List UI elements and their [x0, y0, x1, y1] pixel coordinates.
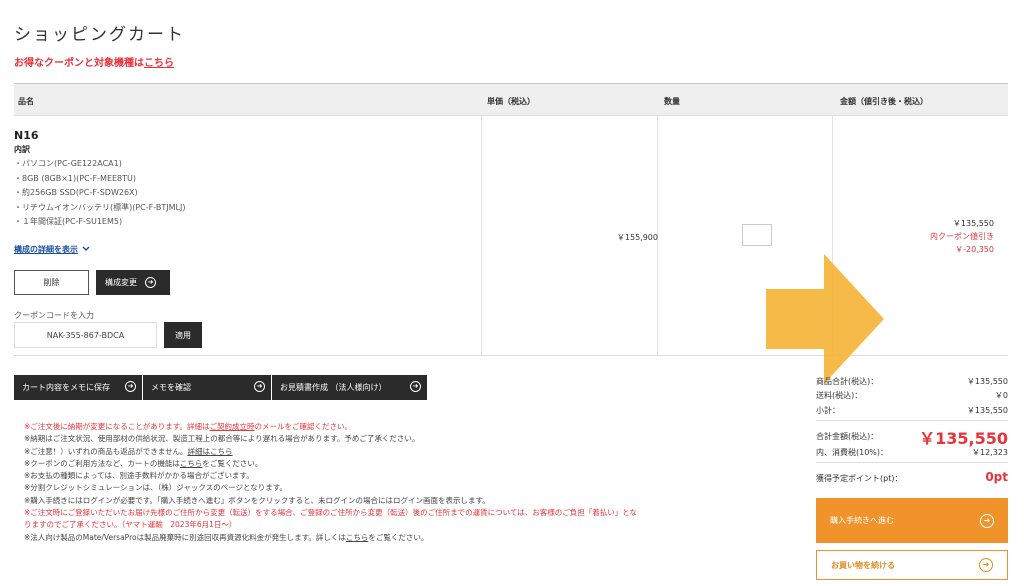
cart-table: 品名 単価（税込） 数量 金額（値引き後・税込） N16 内訳 ・パソコン(PC…	[14, 83, 1008, 384]
circle-arrow-right-icon: ➜	[979, 558, 993, 572]
checkout-label: 購入手続きへ進む	[830, 516, 894, 525]
save-memo-button[interactable]: カート内容をメモに保存 ➜	[14, 375, 142, 400]
circle-arrow-right-icon: ➜	[145, 277, 156, 288]
action-bar: カート内容をメモに保存 ➜ メモを確認 ➜ お見積書作成 （法人様向け） ➜	[14, 375, 427, 400]
total-label: 合計金額(税込)：	[816, 432, 879, 441]
chevron-down-icon	[82, 245, 90, 254]
notice-text: ※ご注文時にご登録いただいたお届け先様のご住所から変更（転送）をする場合、ご登録…	[24, 508, 638, 518]
points-label: 獲得予定ポイント(pt)：	[816, 474, 903, 483]
notice-list: ※ご注文後に納期が変更になることがあります。詳細はご契約成立時のメールをご確認く…	[24, 421, 724, 544]
coupon-discount-label: 内クーポン値引き	[930, 232, 994, 241]
notice-item: ※クーポンのご利用方法など、カートの機能はこちらをご覧ください。	[24, 458, 724, 470]
circle-arrow-right-icon: ➜	[410, 381, 421, 392]
breakdown-label: 内訳	[14, 145, 30, 154]
spec-list: ・パソコン(PC-GE122ACA1) ・8GB (8GB×1)(PC-F-ME…	[14, 157, 185, 230]
coupon-apply-button[interactable]: 適用	[164, 322, 202, 348]
header-amount: 金額（値引き後・税込）	[840, 97, 928, 106]
save-memo-label: カート内容をメモに保存	[22, 383, 110, 392]
estimate-label: お見積書作成 （法人様向け）	[280, 383, 387, 392]
details-link-label: 構成の詳細を表示	[14, 245, 78, 254]
notice-text: ※お支払の種類によっては、別途手数料がかかる場合がございます。	[24, 471, 254, 481]
spec-item: ・リチウムイオンバッテリ(標準)(PC-F-BTJMLJ)	[14, 202, 186, 212]
coupon-discount-value: ￥-20,350	[955, 245, 994, 254]
summary-divider	[816, 420, 1008, 421]
product-name: N16	[14, 129, 39, 142]
notice-text: ※分割クレジットシミュレーションは、（株）ジャックスのページとなります。	[24, 483, 288, 493]
small-total-label: 小計：	[816, 406, 840, 415]
check-memo-button[interactable]: メモを確認 ➜	[143, 375, 271, 400]
delete-button[interactable]: 削除	[14, 270, 89, 295]
notice-text: ※納期はご注文状況、使用部材の供給状況、製造工程上の都合等により遅れる場合があり…	[24, 434, 420, 444]
arrow-right-icon	[766, 254, 884, 384]
subtotal-value: ￥135,550	[966, 377, 1008, 386]
tax-label: 内、消費税(10%)：	[816, 448, 889, 457]
continue-shopping-button[interactable]: お買い物を続ける ➜	[816, 550, 1008, 580]
notice-text: をご覧ください。	[202, 458, 263, 468]
notice-link[interactable]: 詳細はこちら	[188, 447, 233, 456]
spec-item: ・パソコン(PC-GE122ACA1)	[14, 159, 122, 168]
small-total-value: ￥135,550	[966, 406, 1008, 415]
coupon-promo: お得なクーポンと対象機種はこちら	[14, 54, 174, 69]
notice-link[interactable]: こちら	[180, 459, 203, 468]
continue-shopping-label: お買い物を続ける	[831, 560, 895, 570]
notice-item: ※法人向け製品のMate/VersaProは製品廃棄時に別途回収再資源化料金が発…	[24, 532, 724, 544]
notice-text: ※クーポンのご利用方法など、カートの機能は	[24, 458, 180, 468]
notice-item: ※ご注文後に納期が変更になることがあります。詳細はご契約成立時のメールをご確認く…	[24, 421, 724, 433]
notice-item: ※ご注意！）いずれの商品も返品ができません。詳細はこちら	[24, 446, 724, 458]
amount-block: ￥135,550 内クーポン値引き ￥-20,350	[930, 217, 994, 256]
circle-arrow-right-icon: ➜	[254, 381, 265, 392]
notice-item: ※納期はご注文状況、使用部材の供給状況、製造工程上の都合等により遅れる場合があり…	[24, 433, 724, 445]
summary-divider	[816, 462, 1008, 463]
check-memo-label: メモを確認	[151, 383, 191, 392]
points-value: 0pt	[985, 470, 1008, 484]
notice-item: ※お支払の種類によっては、別途手数料がかかる場合がございます。	[24, 470, 724, 482]
item-amount: ￥135,550	[952, 219, 994, 228]
spec-item: ・8GB (8GB×1)(PC-F-MEE8TU)	[14, 173, 137, 183]
notice-text: ※法人向け製品のMate/VersaProは製品廃棄時に別途回収再資源化料金が発…	[24, 532, 346, 542]
cart-table-header: 品名 単価（税込） 数量 金額（値引き後・税込）	[14, 84, 1008, 116]
config-change-label: 構成変更	[105, 278, 137, 287]
notice-text: のメールをご確認ください。	[254, 422, 353, 431]
notice-text: をご覧ください。	[368, 532, 429, 542]
estimate-button[interactable]: お見積書作成 （法人様向け） ➜	[272, 375, 427, 400]
notice-text: ※ご注意！）いずれの商品も返品ができません。	[24, 446, 188, 456]
total-value: ￥135,550	[919, 429, 1008, 448]
notice-link[interactable]: こちら	[346, 533, 369, 542]
quantity-input[interactable]	[742, 224, 772, 246]
page-title: ショッピングカート	[14, 25, 185, 45]
coupon-code-input[interactable]	[14, 322, 157, 348]
circle-arrow-right-icon: ➜	[125, 381, 136, 392]
notice-text: りますのでご了承ください。（ヤマト運輸 2023年6月1日～）	[24, 520, 237, 530]
shipping-label: 送料(税込)：	[816, 391, 863, 400]
coupon-code-label: クーポンコードを入力	[14, 311, 94, 320]
spec-item: ・１年間保証(PC-F-SU1EM5)	[14, 217, 123, 227]
notice-text: ※ご注文後に納期が変更になることがあります。詳細は	[24, 422, 210, 431]
notice-item: ※分割クレジットシミュレーションは、（株）ジャックスのページとなります。	[24, 482, 724, 494]
notice-item: ※購入手続きにはログインが必要です。「購入手続きへ進む」ボタンをクリックすると、…	[24, 495, 724, 507]
header-quantity: 数量	[664, 97, 680, 106]
unit-price: ￥155,900	[616, 233, 658, 242]
notice-text: ※購入手続きにはログインが必要です。「購入手続きへ進む」ボタンをクリックすると、…	[24, 495, 490, 505]
spec-item: ・約256GB SSD(PC-F-SDW26X)	[14, 188, 138, 198]
coupon-promo-link[interactable]: こちら	[144, 58, 174, 69]
header-product: 品名	[18, 97, 34, 106]
notice-item: りますのでご了承ください。（ヤマト運輸 2023年6月1日～）	[24, 519, 724, 531]
config-change-button[interactable]: 構成変更 ➜	[96, 270, 170, 295]
notice-link[interactable]: ご契約成立時	[210, 422, 255, 431]
tax-value: ￥12,323	[972, 448, 1008, 457]
header-unit-price: 単価（税込）	[487, 97, 535, 106]
column-divider	[481, 116, 482, 355]
details-link[interactable]: 構成の詳細を表示	[14, 244, 90, 255]
subtotal-label: 商品合計(税込)：	[816, 377, 879, 386]
shipping-value: ￥0	[994, 391, 1008, 400]
checkout-button[interactable]: 購入手続きへ進む ➜	[816, 498, 1008, 543]
notice-item: ※ご注文時にご登録いただいたお届け先様のご住所から変更（転送）をする場合、ご登録…	[24, 507, 724, 519]
coupon-promo-text: お得なクーポンと対象機種は	[14, 58, 144, 69]
circle-arrow-right-icon: ➜	[980, 513, 994, 528]
